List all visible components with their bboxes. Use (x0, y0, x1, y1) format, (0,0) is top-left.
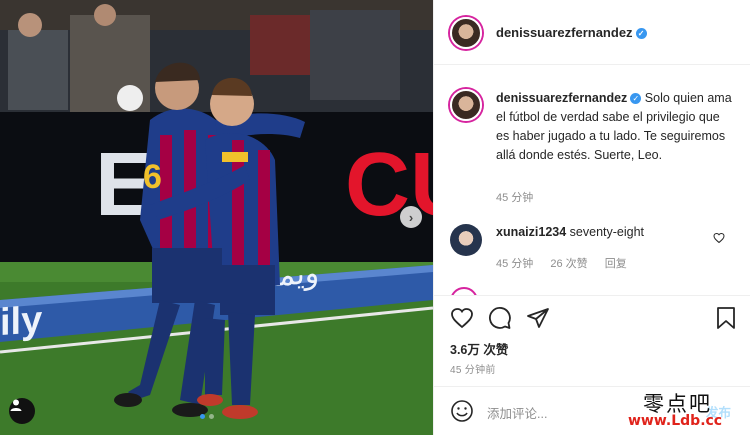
next-comment-avatar[interactable] (450, 287, 480, 295)
caption-username[interactable]: denissuarezfernandez (496, 91, 627, 105)
watermark-url: www.Ldb.cc (628, 413, 723, 429)
share-icon[interactable] (526, 306, 550, 330)
comment-meta: 45 分钟 26 次赞 回复 (496, 255, 641, 271)
author-username-link[interactable]: denissuarezfernandez ✓ (496, 25, 647, 40)
carousel-indicator (200, 414, 214, 419)
user-icon (10, 399, 22, 411)
carousel-dot (209, 414, 214, 419)
comment-text: seventy-eight (569, 225, 645, 239)
comment-username[interactable]: xunaizi1234 (496, 225, 566, 239)
like-count[interactable]: 3.6万 次赞 (450, 339, 508, 358)
instagram-post: ES CU ily ويما 6 (0, 0, 750, 435)
photo-illustration: ES CU ily ويما 6 (0, 0, 433, 435)
verified-badge-icon: ✓ (630, 93, 642, 104)
tagged-users-button[interactable] (9, 398, 35, 424)
ad-board-text: ily (0, 299, 42, 344)
post-caption: denissuarezfernandez ✓ Solo quien ama el … (496, 89, 736, 165)
next-photo-button[interactable]: › (400, 206, 422, 228)
commenter-avatar[interactable] (450, 224, 482, 256)
author-avatar[interactable] (450, 17, 482, 49)
comment-time[interactable]: 45 分钟 (496, 258, 533, 270)
emoji-icon[interactable] (450, 399, 474, 423)
heart-icon[interactable] (450, 306, 474, 330)
post-header: denissuarezfernandez ✓ (434, 0, 750, 65)
post-time[interactable]: 45 分钟前 (450, 361, 496, 376)
comment-reply[interactable]: 回复 (605, 258, 627, 270)
carousel-dot (200, 414, 205, 419)
jersey-number: 6 (143, 158, 162, 196)
post-sidebar: denissuarezfernandez ✓ denissuarezfernand… (433, 0, 750, 435)
comment-input[interactable]: 添加评论... (487, 403, 547, 422)
comment-icon[interactable] (488, 306, 512, 330)
comment-item: xunaizi1234 seventy-eight (496, 225, 644, 239)
caption-avatar[interactable] (450, 89, 482, 121)
caption-meta: 45 分钟 (496, 189, 547, 205)
comment-likes[interactable]: 26 次赞 (550, 258, 587, 270)
verified-badge-icon: ✓ (635, 28, 647, 39)
author-username[interactable]: denissuarezfernandez (496, 25, 633, 40)
caption-time[interactable]: 45 分钟 (496, 192, 533, 204)
post-actions: 3.6万 次赞 45 分钟前 (434, 295, 750, 380)
post-photo[interactable]: ES CU ily ويما 6 (0, 0, 433, 435)
bookmark-icon[interactable] (715, 306, 737, 330)
comment-like-heart-icon[interactable] (713, 232, 725, 244)
